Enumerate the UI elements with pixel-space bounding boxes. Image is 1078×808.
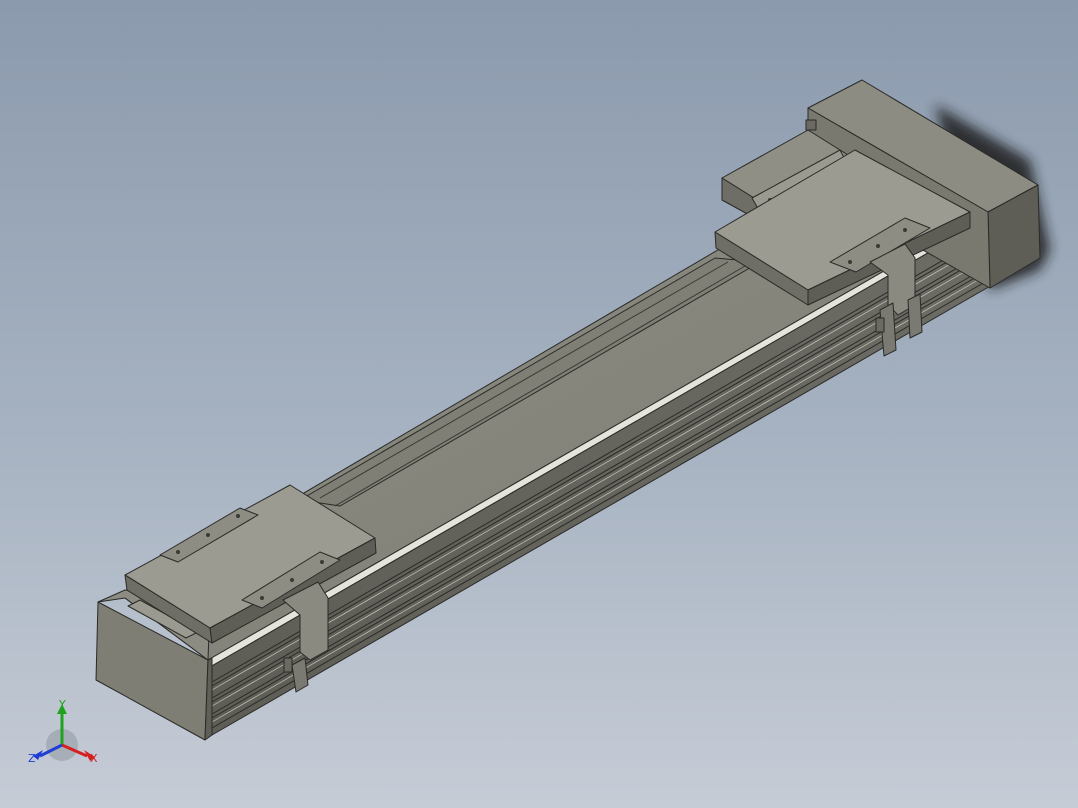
coordinate-triad: Y X Z xyxy=(28,698,98,765)
rear-screw xyxy=(805,119,817,131)
rear-sensor-stub xyxy=(875,317,885,333)
y-axis-label: Y xyxy=(58,698,66,711)
front-sensor-stub xyxy=(283,657,293,673)
rail-side-face xyxy=(209,215,993,736)
rear-sensor-tab xyxy=(907,293,923,339)
model-view[interactable]: Y X Z xyxy=(0,0,1078,808)
x-axis-label: X xyxy=(90,752,98,765)
z-axis-label: Z xyxy=(28,752,36,765)
cad-viewport[interactable]: Y X Z xyxy=(0,0,1078,808)
